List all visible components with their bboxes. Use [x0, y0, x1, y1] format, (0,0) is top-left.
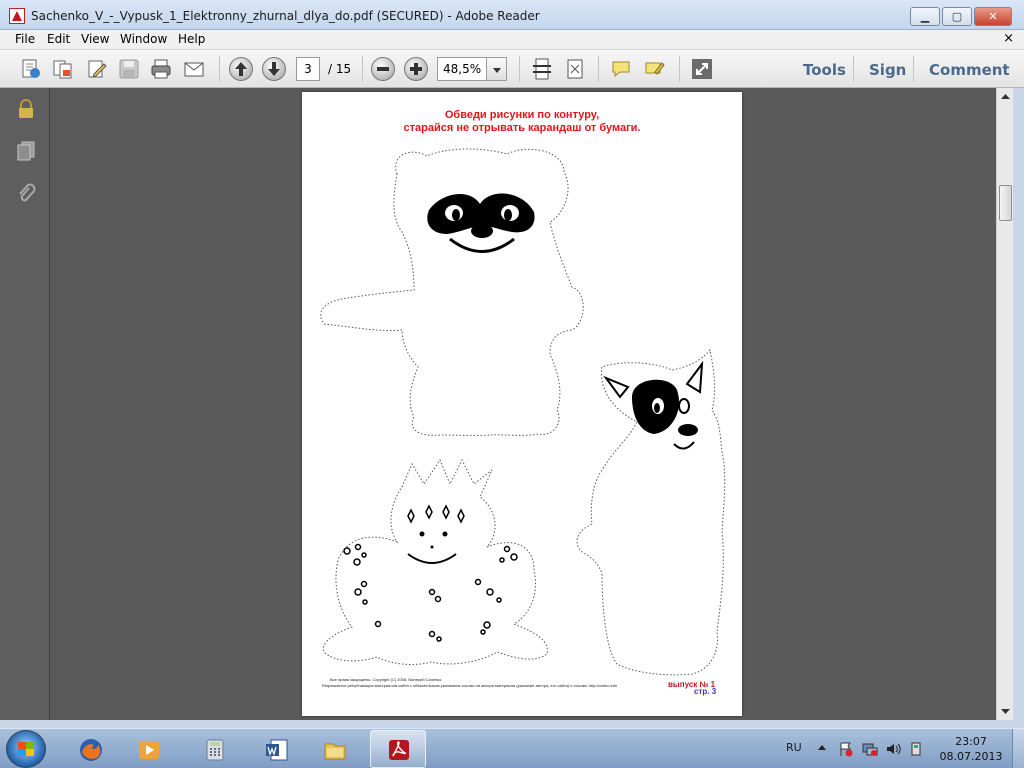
toolbar-separator [362, 56, 363, 82]
scrolling-mode-icon[interactable] [531, 58, 553, 80]
document-viewer[interactable]: Обведи рисунки по контуру, старайся не о… [50, 88, 996, 720]
vertical-scrollbar[interactable] [996, 88, 1013, 720]
zoom-dropdown-button[interactable] [487, 57, 507, 81]
taskbar-app-word[interactable] [248, 730, 304, 768]
show-desktop-button[interactable] [1012, 729, 1024, 768]
toolbar-separator [219, 56, 220, 82]
network-icon[interactable] [862, 741, 878, 757]
close-document-icon[interactable]: × [1003, 31, 1014, 46]
scroll-down-arrow-icon[interactable] [997, 703, 1014, 720]
menu-file[interactable]: File [15, 32, 35, 46]
taskbar-app-firefox[interactable] [62, 730, 118, 768]
start-button[interactable] [6, 730, 46, 768]
taskbar-app-media-player[interactable] [120, 730, 176, 768]
comment-pane-button[interactable]: Comment [929, 61, 1010, 79]
windows-logo-icon [18, 742, 34, 756]
copyright-line-1: Все права защищены. Copyright (C) 2008, … [330, 677, 443, 682]
create-pdf-icon[interactable] [20, 58, 42, 80]
toolbar-separator [679, 56, 680, 82]
taskbar-app-adobe-reader[interactable] [370, 730, 426, 768]
page-total: / 15 [328, 62, 352, 76]
tracing-pictures [320, 148, 726, 676]
full-screen-icon[interactable] [691, 58, 713, 80]
removable-device-icon[interactable] [908, 741, 924, 757]
title-bar: Sachenko_V_-_Vypusk_1_Elektronny_zhurnal… [0, 0, 1024, 30]
firefox-icon [80, 739, 102, 761]
attachments-paperclip-icon[interactable] [16, 182, 36, 204]
frog-prince-outline-illustration [322, 458, 548, 665]
edit-pdf-icon[interactable] [86, 58, 108, 80]
menu-help[interactable]: Help [178, 32, 205, 46]
zoom-out-button[interactable] [371, 57, 395, 81]
next-page-button[interactable] [262, 57, 286, 81]
minimize-button[interactable]: ▁ [910, 7, 940, 26]
arrow-down-icon [268, 62, 280, 76]
adobe-reader-icon [9, 8, 25, 24]
window-title: Sachenko_V_-_Vypusk_1_Elektronny_zhurnal… [31, 9, 540, 23]
toolbar: 3 / 15 48,5% Tools Sign Comment [0, 50, 1024, 88]
calculator-icon [206, 739, 224, 761]
copyright-line-2: Разрешается републикация материалов сайт… [322, 683, 618, 688]
sign-pane-button[interactable]: Sign [869, 61, 906, 79]
menu-edit[interactable]: Edit [47, 32, 70, 46]
bear-outline-illustration [320, 148, 584, 436]
input-language-indicator[interactable]: RU [786, 741, 802, 754]
zoom-in-button[interactable] [404, 57, 428, 81]
zoom-input[interactable]: 48,5% [437, 57, 487, 81]
page-thumbnails-icon[interactable] [16, 140, 36, 162]
scroll-up-arrow-icon[interactable] [997, 88, 1014, 105]
toolbar-separator [913, 56, 914, 82]
clock-date: 08.07.2013 [939, 750, 1003, 763]
close-button[interactable]: ✕ [974, 7, 1012, 26]
window-frame-bottom [0, 720, 1024, 728]
security-lock-icon[interactable] [16, 98, 36, 120]
taskbar: RU 23:07 08.07.2013 [0, 728, 1024, 768]
toolbar-separator [598, 56, 599, 82]
adobe-reader-icon [389, 740, 409, 760]
toolbar-separator [853, 56, 854, 82]
navigation-pane [0, 88, 50, 720]
show-hidden-icons-chevron-icon[interactable] [818, 745, 826, 750]
page-label: стр. 3 [694, 687, 717, 696]
scrollbar-thumb[interactable] [999, 185, 1012, 221]
tools-pane-button[interactable]: Tools [803, 61, 846, 79]
minus-icon [377, 67, 389, 71]
arrow-up-icon [235, 62, 247, 76]
previous-page-button[interactable] [229, 57, 253, 81]
fit-page-icon[interactable] [564, 58, 586, 80]
plus-icon [410, 63, 422, 75]
page-number-input[interactable]: 3 [296, 57, 320, 81]
volume-icon[interactable] [885, 741, 901, 757]
window-controls: ▁ ▢ ✕ [908, 7, 1012, 26]
menu-bar: File Edit View Window Help × [0, 30, 1024, 50]
system-clock[interactable]: 23:07 08.07.2013 [936, 734, 1006, 764]
media-player-icon [139, 741, 159, 759]
menu-view[interactable]: View [81, 32, 109, 46]
pdf-page: Обведи рисунки по контуру, старайся не о… [302, 92, 742, 716]
toolbar-separator [519, 56, 520, 82]
window-frame-right [1013, 88, 1024, 720]
save-icon[interactable] [118, 58, 140, 80]
word-icon [266, 739, 288, 761]
dog-outline-illustration [576, 348, 726, 676]
combine-files-icon[interactable] [52, 58, 74, 80]
taskbar-app-calculator[interactable] [186, 730, 242, 768]
action-center-flag-icon[interactable] [838, 741, 854, 757]
folder-icon [324, 743, 346, 760]
clock-time: 23:07 [955, 735, 987, 748]
taskbar-app-file-explorer[interactable] [306, 730, 362, 768]
print-icon[interactable] [150, 58, 172, 80]
maximize-button[interactable]: ▢ [942, 7, 972, 26]
highlight-text-icon[interactable] [643, 58, 665, 80]
menu-window[interactable]: Window [120, 32, 167, 46]
email-icon[interactable] [183, 58, 205, 80]
sticky-note-icon[interactable] [610, 58, 632, 80]
